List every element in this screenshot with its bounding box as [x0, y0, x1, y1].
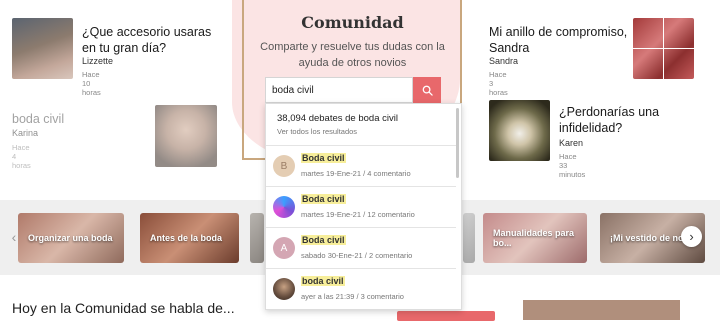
see-all-results-link[interactable]: Ver todos los resultados — [277, 127, 357, 136]
dropdown-scrollbar[interactable] — [456, 108, 459, 178]
search-result-item[interactable]: boda civil ayer a las 21:39 / 3 comentar… — [266, 269, 456, 309]
question-title[interactable]: ¿Que accesorio usaras en tu gran día? — [82, 24, 222, 56]
question-thumbnail[interactable] — [12, 18, 73, 79]
result-title[interactable]: Boda civil — [301, 153, 346, 163]
question-author[interactable]: Karen — [559, 138, 583, 148]
result-meta: ayer a las 21:39 / 3 comentario — [301, 292, 404, 301]
community-heading: Hoy en la Comunidad se habla de... — [12, 300, 235, 316]
category-tile[interactable] — [250, 213, 264, 263]
search-suggestions-dropdown: 38,094 debates de boda civil Ver todos l… — [265, 103, 462, 310]
bottom-button[interactable] — [397, 311, 495, 321]
search-input[interactable] — [265, 77, 413, 103]
question-thumbnail[interactable] — [633, 18, 694, 79]
result-meta: martes 19-Ene-21 / 12 comentario — [301, 210, 415, 219]
result-title[interactable]: Boda civil — [301, 235, 346, 245]
category-tile[interactable]: Organizar una boda — [18, 213, 124, 263]
results-count[interactable]: 38,094 debates de boda civil — [277, 113, 398, 124]
question-author[interactable]: Karina — [12, 128, 38, 138]
question-author[interactable]: Lizzette — [82, 56, 113, 66]
question-time: Hace 4 horas — [12, 143, 31, 170]
category-label: ¡Mi vestido de no... — [610, 233, 692, 243]
search-button[interactable] — [413, 77, 441, 103]
question-time: Hace 10 horas — [82, 70, 101, 97]
question-time: Hace 3 horas — [489, 70, 508, 97]
result-meta: martes 19-Ene-21 / 4 comentario — [301, 169, 411, 178]
category-label: Manualidades para bo... — [493, 228, 575, 248]
question-time: Hace 33 minutos — [559, 152, 586, 179]
community-search — [265, 77, 441, 103]
category-label: Organizar una boda — [28, 233, 113, 243]
results-summary[interactable]: 38,094 debates de boda civil Ver todos l… — [266, 104, 456, 146]
search-result-item[interactable]: Boda civil martes 19-Ene-21 / 12 comenta… — [266, 187, 456, 228]
question-title[interactable]: ¿Perdonarías una infidelidad? — [559, 104, 699, 136]
question-thumbnail[interactable] — [155, 105, 217, 167]
carousel-prev-icon[interactable]: ‹ — [6, 226, 22, 248]
avatar: B — [273, 155, 295, 177]
category-tile[interactable]: Manualidades para bo... — [483, 213, 587, 263]
category-label: Antes de la boda — [150, 233, 223, 243]
result-title[interactable]: Boda civil — [301, 194, 346, 204]
question-thumbnail[interactable] — [489, 100, 550, 161]
search-result-item[interactable]: A Boda civil sabado 30-Ene-21 / 2 coment… — [266, 228, 456, 269]
avatar — [273, 278, 295, 300]
question-author[interactable]: Sandra — [489, 56, 518, 66]
page-subtitle: Comparte y resuelve tus dudas con la ayu… — [260, 41, 445, 69]
category-tile[interactable] — [463, 213, 475, 263]
result-meta: sabado 30-Ene-21 / 2 comentario — [301, 251, 413, 260]
bottom-image[interactable] — [523, 300, 680, 320]
avatar — [273, 196, 295, 218]
carousel-next-icon[interactable]: › — [681, 226, 702, 247]
question-title[interactable]: Mi anillo de compromiso, Sandra — [489, 24, 629, 56]
search-icon — [422, 85, 433, 96]
category-tile[interactable]: Antes de la boda — [140, 213, 239, 263]
avatar: A — [273, 237, 295, 259]
search-result-item[interactable]: B Boda civil martes 19-Ene-21 / 4 coment… — [266, 146, 456, 187]
question-title[interactable]: boda civil — [12, 111, 152, 127]
page-title: Comunidad — [301, 13, 404, 32]
result-title[interactable]: boda civil — [301, 276, 345, 286]
